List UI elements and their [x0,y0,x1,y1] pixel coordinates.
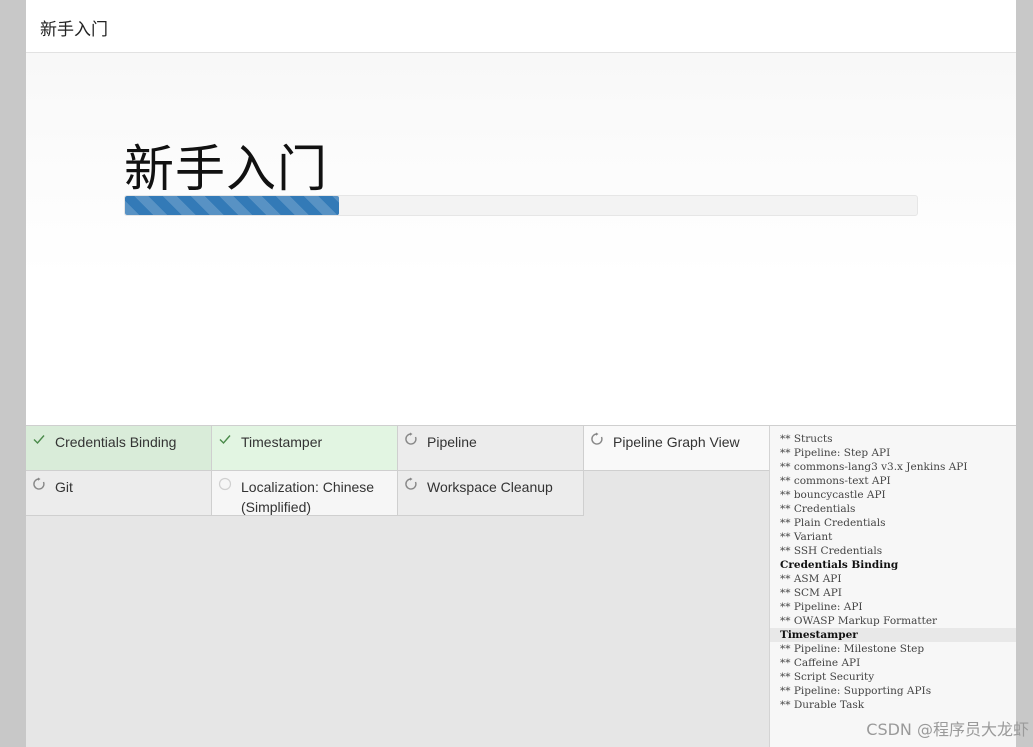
log-line: ** Pipeline: API [780,601,863,613]
log-line: Timestamper [770,628,1016,642]
log-line: ** Pipeline: Supporting APIs [780,685,932,697]
install-log[interactable]: ** Structs ** Pipeline: Step API ** common… [769,426,1016,747]
progress-fill [125,196,339,215]
log-line: ** Pipeline: Milestone Step [780,643,925,655]
log-line: ** commons-text API [780,475,891,487]
log-line: ** SSH Credentials [780,545,883,557]
log-line: ** Caffeine API [780,657,861,669]
plugin-cell: Git [26,471,212,516]
log-line: ** Credentials [780,503,856,515]
plugin-cell: Localization: Chinese (Simplified) [212,471,398,516]
log-line: ** Script Security [780,671,875,683]
plugin-name: Pipeline [427,434,477,450]
plugin-name: Pipeline Graph View [613,434,740,450]
plugin-name: Workspace Cleanup [427,479,553,495]
refresh-icon [590,432,604,446]
log-line: ** Structs [780,433,833,445]
plugin-name: Git [55,479,73,495]
log-line: ** Pipeline: Step API [780,447,891,459]
install-progress-bar [124,195,918,216]
check-icon [218,432,232,446]
log-line: ** commons-lang3 v3.x Jenkins API [780,461,968,473]
plugin-cell: Workspace Cleanup [398,471,584,516]
log-line: ** OWASP Markup Formatter [780,615,938,627]
hero-section: 新手入门 [26,53,1016,427]
plugin-cell: Timestamper [212,426,398,471]
plugin-name: Credentials Binding [55,434,177,450]
plugin-cell: Credentials Binding [26,426,212,471]
log-line: ** ASM API [780,573,842,585]
plugin-cell: Pipeline [398,426,584,471]
log-line: ** Plain Credentials [780,517,886,529]
log-line: ** SCM API [780,587,842,599]
plugin-name: Timestamper [241,434,323,450]
plugin-install-grid: Credentials Binding Timestamper Pipeline Pi… [26,426,770,747]
log-line: ** bouncycastle API [780,489,886,501]
plugin-cell: Pipeline Graph View [584,426,770,471]
refresh-icon [404,432,418,446]
log-line: ** Variant [780,531,833,543]
watermark: CSDN @程序员大龙虾 [866,720,1029,739]
wizard-header: 新手入门 [26,0,1016,53]
page-title: 新手入门 [124,140,328,198]
plugin-name: Localization: Chinese (Simplified) [241,479,375,515]
refresh-icon [32,477,46,491]
refresh-icon [404,477,418,491]
circle-icon [218,477,232,491]
log-line: Credentials Binding [780,559,899,571]
check-icon [32,432,46,446]
setup-wizard-panel: 新手入门 新手入门 Credentials Binding Timestamper… [26,0,1016,747]
log-line: ** Durable Task [780,699,865,711]
header-title: 新手入门 [40,20,108,39]
